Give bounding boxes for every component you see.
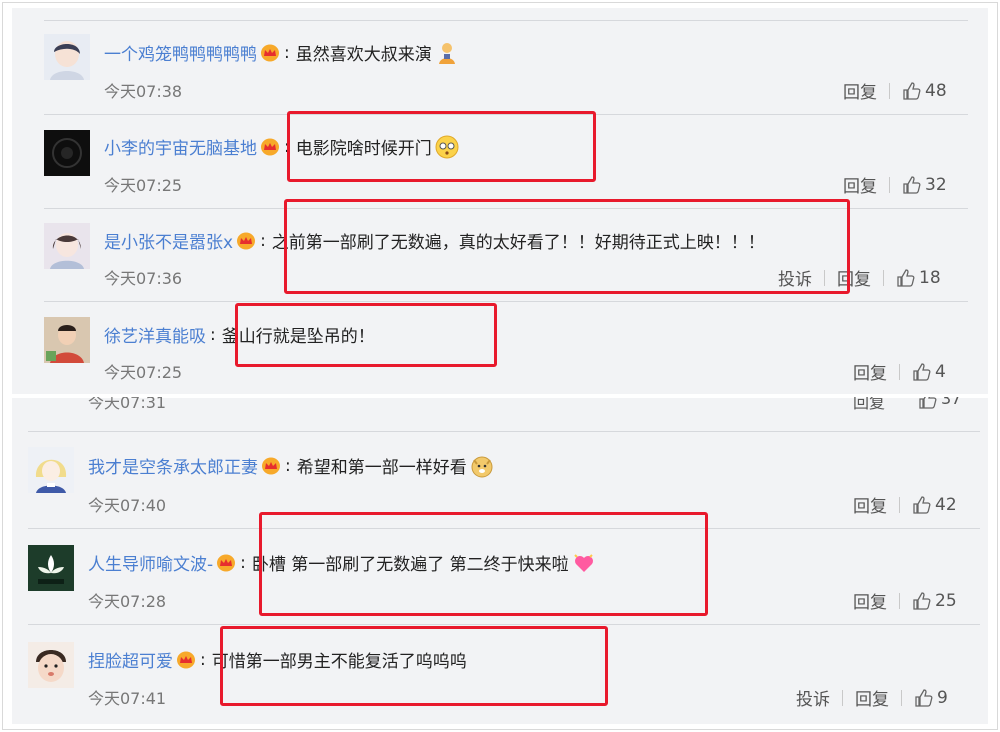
comment-time: 今天07:40 [88, 496, 167, 515]
avatar[interactable] [44, 130, 90, 176]
thumbs-up-icon [913, 495, 931, 514]
username-link[interactable]: 徐艺洋真能吸 [104, 327, 206, 347]
username-link[interactable]: 人生导师喻文波- [88, 555, 213, 575]
like-count: 18 [919, 267, 941, 288]
like-button[interactable]: 9 [914, 688, 948, 708]
reply-button[interactable]: 回复 [843, 78, 877, 103]
report-button[interactable]: 投诉 [796, 685, 830, 710]
reply-button[interactable]: 回复 [853, 359, 887, 384]
comment-actions: 回复 25 [853, 588, 957, 614]
comment-time: 今天07:25 [104, 363, 183, 382]
avatar[interactable] [28, 642, 74, 688]
avatar[interactable] [44, 223, 90, 269]
like-button[interactable]: 18 [896, 268, 941, 288]
divider [28, 431, 980, 432]
comment-time: 今天07:41 [88, 689, 167, 708]
highlight-box [259, 512, 708, 616]
crown-icon [261, 44, 279, 61]
comment-actions: 回复 32 [843, 172, 947, 198]
like-count: 9 [937, 687, 948, 708]
username-link[interactable]: 小李的宇宙无脑基地 [104, 139, 257, 159]
username-link[interactable]: 我才是空条承太郎正妻 [88, 458, 258, 478]
username-link[interactable]: 一个鸡笼鸭鸭鸭鸭鸭 [104, 45, 257, 65]
comment-actions: 投诉 回复 9 [796, 685, 948, 711]
username-link[interactable]: 捏脸超可爱 [88, 652, 173, 672]
comment-line: 我才是空条承太郎正妻: 希望和第一部一样好看 [88, 453, 494, 478]
like-count: 4 [935, 361, 946, 382]
thumbs-up-icon [903, 175, 921, 194]
like-count: 48 [925, 80, 947, 101]
like-button[interactable]: 48 [902, 81, 947, 101]
thumbs-up-icon [915, 688, 933, 707]
comment-time: 今天07:28 [88, 592, 167, 611]
divider [44, 20, 968, 21]
reply-button[interactable]: 回复 [853, 588, 887, 613]
avatar[interactable] [28, 545, 74, 591]
thumbs-up-icon [903, 81, 921, 100]
comment-time-partial: 今天07:31 [88, 397, 167, 411]
avatar[interactable] [44, 34, 90, 80]
avatar[interactable] [44, 317, 90, 363]
reply-button-partial[interactable]: 回复 [853, 397, 885, 411]
highlight-box [220, 626, 608, 706]
like-count: 42 [935, 494, 957, 515]
comment-actions: 回复 48 [843, 78, 947, 104]
doge-icon [471, 456, 493, 477]
divider [44, 301, 968, 302]
comment-line: 一个鸡笼鸭鸭鸭鸭鸭: 虽然喜欢大叔来演 [104, 40, 459, 65]
reply-button[interactable]: 回复 [855, 685, 889, 710]
like-button[interactable]: 32 [902, 175, 947, 195]
thumbs-up-icon [913, 362, 931, 381]
comment-time: 今天07:36 [104, 269, 183, 288]
comment-actions: 回复 4 [853, 359, 946, 385]
reply-button[interactable]: 回复 [843, 172, 877, 197]
crown-icon [262, 457, 280, 474]
reply-button[interactable]: 回复 [853, 492, 887, 517]
thumbs-up-icon [897, 268, 915, 287]
comment-time: 今天07:38 [104, 82, 183, 101]
highlight-box [284, 199, 850, 294]
highlight-box [287, 111, 596, 182]
crown-icon [261, 138, 279, 155]
thumbs-up-icon [913, 591, 931, 610]
comment-text: 虽然喜欢大叔来演 [295, 45, 432, 65]
like-button[interactable]: 4 [912, 362, 946, 382]
like-button[interactable]: 25 [912, 591, 957, 611]
thumbs-up-icon [919, 397, 937, 409]
divider [28, 624, 980, 625]
highlight-box [235, 303, 497, 367]
comment-text: 希望和第一部一样好看 [296, 458, 467, 478]
comment-actions: 回复 42 [853, 492, 957, 518]
avatar[interactable] [28, 447, 74, 493]
like-button[interactable]: 42 [912, 495, 957, 515]
comment-time: 今天07:25 [104, 176, 183, 195]
crown-icon [177, 651, 195, 668]
person-icon [438, 42, 455, 64]
username-link[interactable]: 是小张不是嚣张x [104, 233, 233, 253]
crown-icon [237, 232, 256, 249]
crown-icon [217, 554, 236, 571]
like-count: 32 [925, 174, 947, 195]
like-count: 25 [935, 590, 957, 611]
like-count-partial[interactable]: 37 [918, 397, 961, 411]
